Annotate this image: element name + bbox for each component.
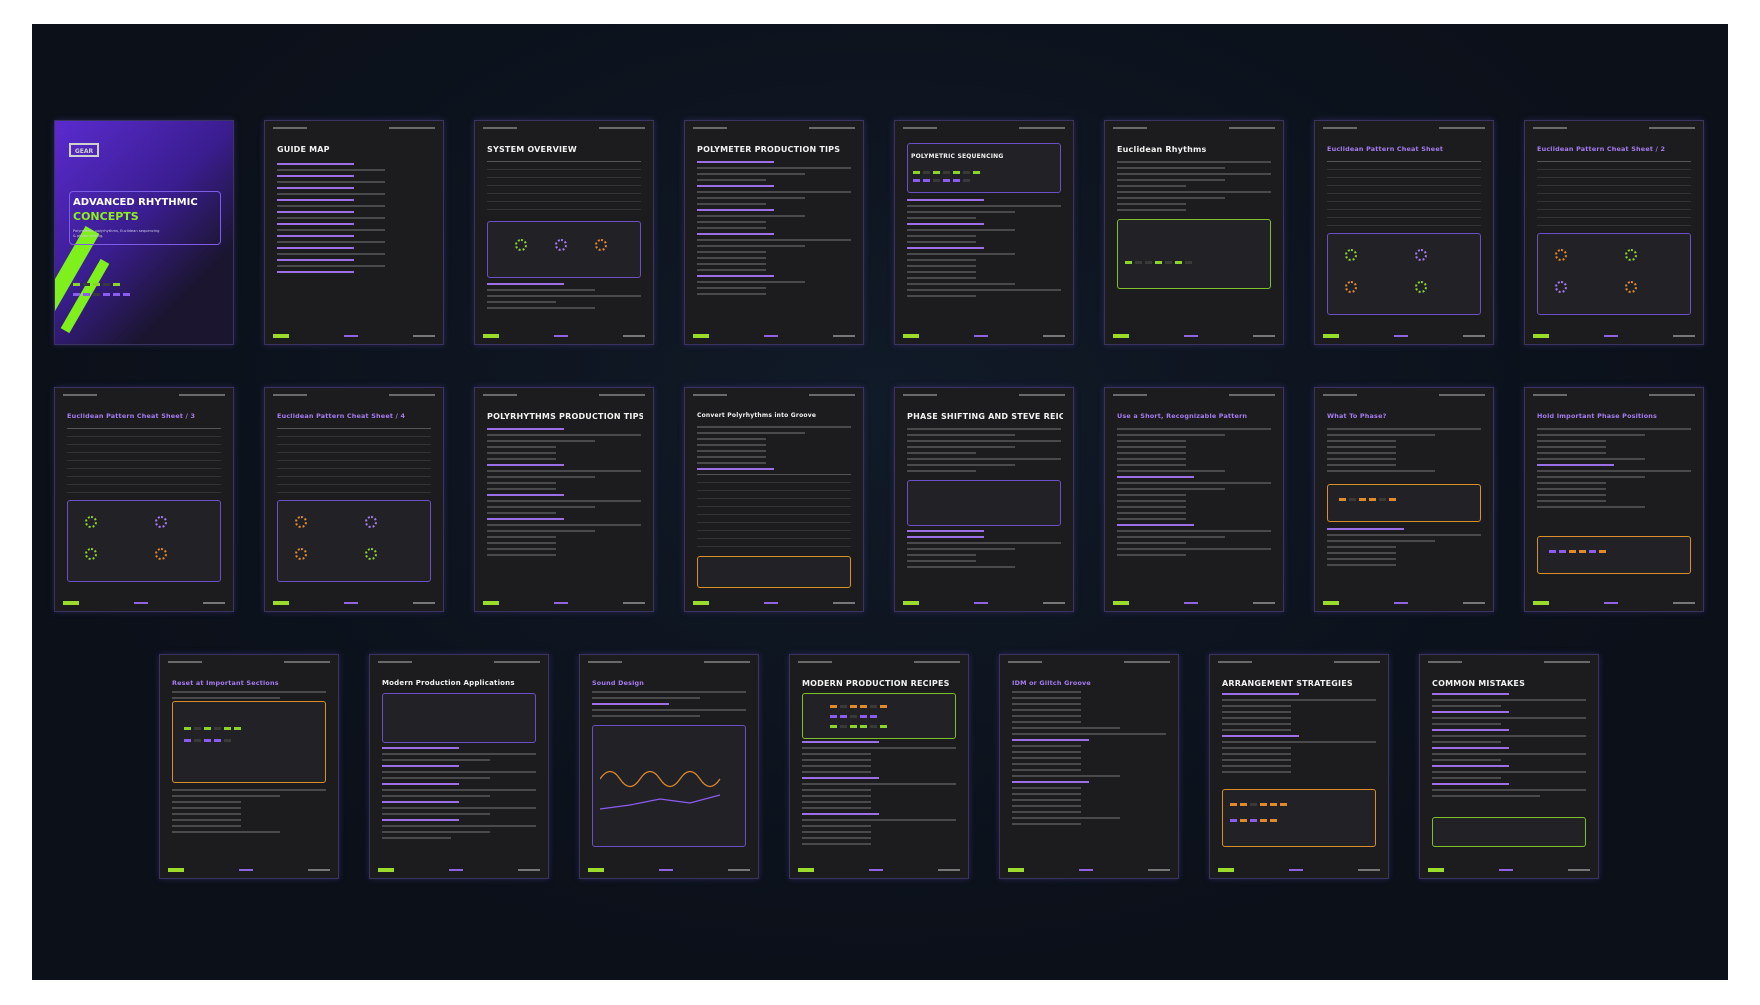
- page-what-to-phase[interactable]: What To Phase?: [1314, 387, 1494, 612]
- page-title: Euclidean Pattern Cheat Sheet / 2: [1537, 145, 1666, 153]
- page-guide-map[interactable]: GUIDE MAP: [264, 120, 444, 345]
- page-title: SYSTEM OVERVIEW: [487, 145, 577, 154]
- waveform-graphic: [600, 770, 721, 810]
- page-euclidean-cheat-3[interactable]: Euclidean Pattern Cheat Sheet / 3: [54, 387, 234, 612]
- page-title: Modern Production Applications: [382, 679, 515, 687]
- page-title: Euclidean Rhythms: [1117, 145, 1207, 154]
- page-short-pattern[interactable]: Use a Short, Recognizable Pattern: [1104, 387, 1284, 612]
- page-footer: [273, 333, 435, 338]
- page-title: MODERN PRODUCTION RECIPES: [802, 679, 950, 688]
- page-polymetric-sequencing[interactable]: POLYMETRIC SEQUENCING: [894, 120, 1074, 345]
- page-euclidean-rhythms[interactable]: Euclidean Rhythms: [1104, 120, 1284, 345]
- euclid-panel: [1117, 219, 1271, 289]
- sequencer-panel: [907, 143, 1061, 193]
- page-phase-shifting[interactable]: PHASE SHIFTING AND STEVE REICH: [894, 387, 1074, 612]
- page-title: Hold Important Phase Positions: [1537, 412, 1658, 420]
- page-title: POLYRHYTHMS PRODUCTION TIPS: [487, 412, 643, 421]
- page-system-overview[interactable]: SYSTEM OVERVIEW: [474, 120, 654, 345]
- page-reset-sections[interactable]: Reset at Important Sections: [159, 654, 339, 879]
- page-title: What To Phase?: [1327, 412, 1387, 420]
- page-euclidean-cheat-1[interactable]: Euclidean Pattern Cheat Sheet: [1314, 120, 1494, 345]
- cover-subtitle: Polymeters, polyrhythms, Euclidean seque…: [73, 229, 160, 238]
- page-title: IDM or Glitch Groove: [1012, 679, 1091, 687]
- page-polyrhythm-groove[interactable]: Convert Polyrhythms into Groove: [684, 387, 864, 612]
- page-arrangement-strategies[interactable]: ARRANGEMENT STRATEGIES: [1209, 654, 1389, 879]
- cover-step-pattern-2: [73, 293, 130, 296]
- page-title: Euclidean Pattern Cheat Sheet: [1327, 145, 1444, 153]
- page-euclidean-cheat-2[interactable]: Euclidean Pattern Cheat Sheet / 2: [1524, 120, 1704, 345]
- page-title: Convert Polyrhythms into Groove: [697, 412, 817, 419]
- page-polyrhythms-tips[interactable]: POLYRHYTHMS PRODUCTION TIPS: [474, 387, 654, 612]
- page-body: [277, 163, 431, 277]
- page-title: POLYMETER PRODUCTION TIPS: [697, 145, 841, 154]
- cover-title-accent: CONCEPTS: [73, 210, 139, 223]
- cover-title: ADVANCED RHYTHMIC: [73, 197, 198, 208]
- page-title: Use a Short, Recognizable Pattern: [1117, 412, 1248, 420]
- page-common-mistakes[interactable]: COMMON MISTAKES: [1419, 654, 1599, 879]
- page-production-recipes[interactable]: MODERN PRODUCTION RECIPES: [789, 654, 969, 879]
- page-header: [273, 127, 435, 131]
- page-title: Euclidean Pattern Cheat Sheet / 4: [277, 412, 406, 420]
- page-title: POLYMETRIC SEQUENCING: [911, 153, 1004, 160]
- page-title: ARRANGEMENT STRATEGIES: [1222, 679, 1353, 688]
- page-sound-design[interactable]: Sound Design: [579, 654, 759, 879]
- page-title: Euclidean Pattern Cheat Sheet / 3: [67, 412, 196, 420]
- page-title: PHASE SHIFTING AND STEVE REICH: [907, 412, 1063, 421]
- page-title: COMMON MISTAKES: [1432, 679, 1526, 688]
- brand-logo: GEAR: [69, 143, 99, 157]
- page-title: Sound Design: [592, 679, 645, 687]
- page-hold-phase-positions[interactable]: Hold Important Phase Positions: [1524, 387, 1704, 612]
- document-spread-board: GEAR ADVANCED RHYTHMIC CONCEPTS Polymete…: [32, 24, 1728, 980]
- page-euclidean-cheat-4[interactable]: Euclidean Pattern Cheat Sheet / 4: [264, 387, 444, 612]
- page-polymeter-tips[interactable]: POLYMETER PRODUCTION TIPS: [684, 120, 864, 345]
- page-title: GUIDE MAP: [277, 145, 330, 154]
- page-title: Reset at Important Sections: [172, 679, 279, 687]
- page-modern-applications[interactable]: Modern Production Applications: [369, 654, 549, 879]
- cover-page[interactable]: GEAR ADVANCED RHYTHMIC CONCEPTS Polymete…: [54, 120, 234, 345]
- cover-step-pattern: [73, 283, 120, 286]
- overview-table: [487, 161, 641, 210]
- page-idm-glitch[interactable]: IDM or Glitch Groove: [999, 654, 1179, 879]
